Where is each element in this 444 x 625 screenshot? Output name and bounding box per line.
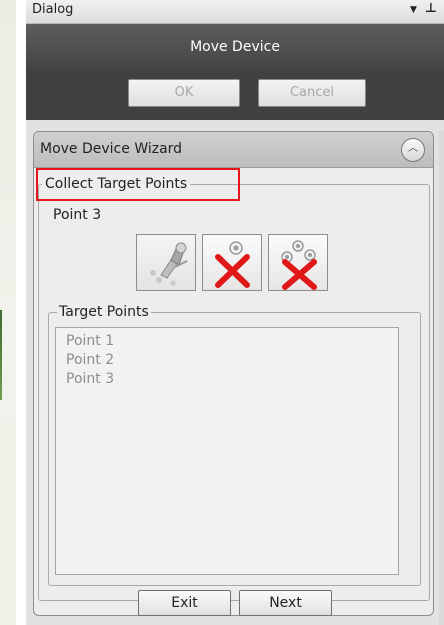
target-points-list[interactable]: Point 1 Point 2 Point 3 [55,327,399,575]
action-bar: OK Cancel [26,70,444,120]
left-margin-strip [0,0,16,625]
next-button[interactable]: Next [239,590,332,616]
page-title: Move Device [26,24,444,70]
delete-all-points-button[interactable] [268,234,328,291]
list-item[interactable]: Point 1 [66,332,388,351]
collect-point-button[interactable] [136,234,196,291]
highlight-box [36,168,240,201]
current-point-label: Point 3 [53,207,102,223]
exit-button[interactable]: Exit [138,590,231,616]
collapse-icon[interactable]: ︿ [401,138,425,162]
list-item[interactable]: Point 3 [66,370,388,389]
wizard-title: Move Device Wizard [40,141,183,157]
ok-button[interactable]: OK [128,79,240,107]
move-device-wizard: Move Device Wizard ︿ Collect Target Poin… [33,131,434,616]
point-pick-icon [150,242,188,286]
delete-point-icon [215,241,250,288]
pin-icon[interactable]: ⊥ [425,1,437,16]
left-accent-bar [0,310,2,400]
list-item[interactable]: Point 2 [66,351,388,370]
panel-right-edge [439,131,444,625]
wizard-header: Move Device Wizard ︿ [34,132,433,168]
delete-all-points-icon [281,240,317,290]
dialog-titlebar: Dialog ▼ ⊥ [26,0,444,24]
dialog-title: Dialog [32,2,74,17]
target-points-label: Target Points [57,304,151,320]
dialog-panel: Dialog ▼ ⊥ Move Device OK Cancel Move De… [26,0,444,625]
delete-point-button[interactable] [202,234,262,291]
cancel-button[interactable]: Cancel [258,79,366,107]
dropdown-arrow-icon[interactable]: ▼ [410,5,417,15]
